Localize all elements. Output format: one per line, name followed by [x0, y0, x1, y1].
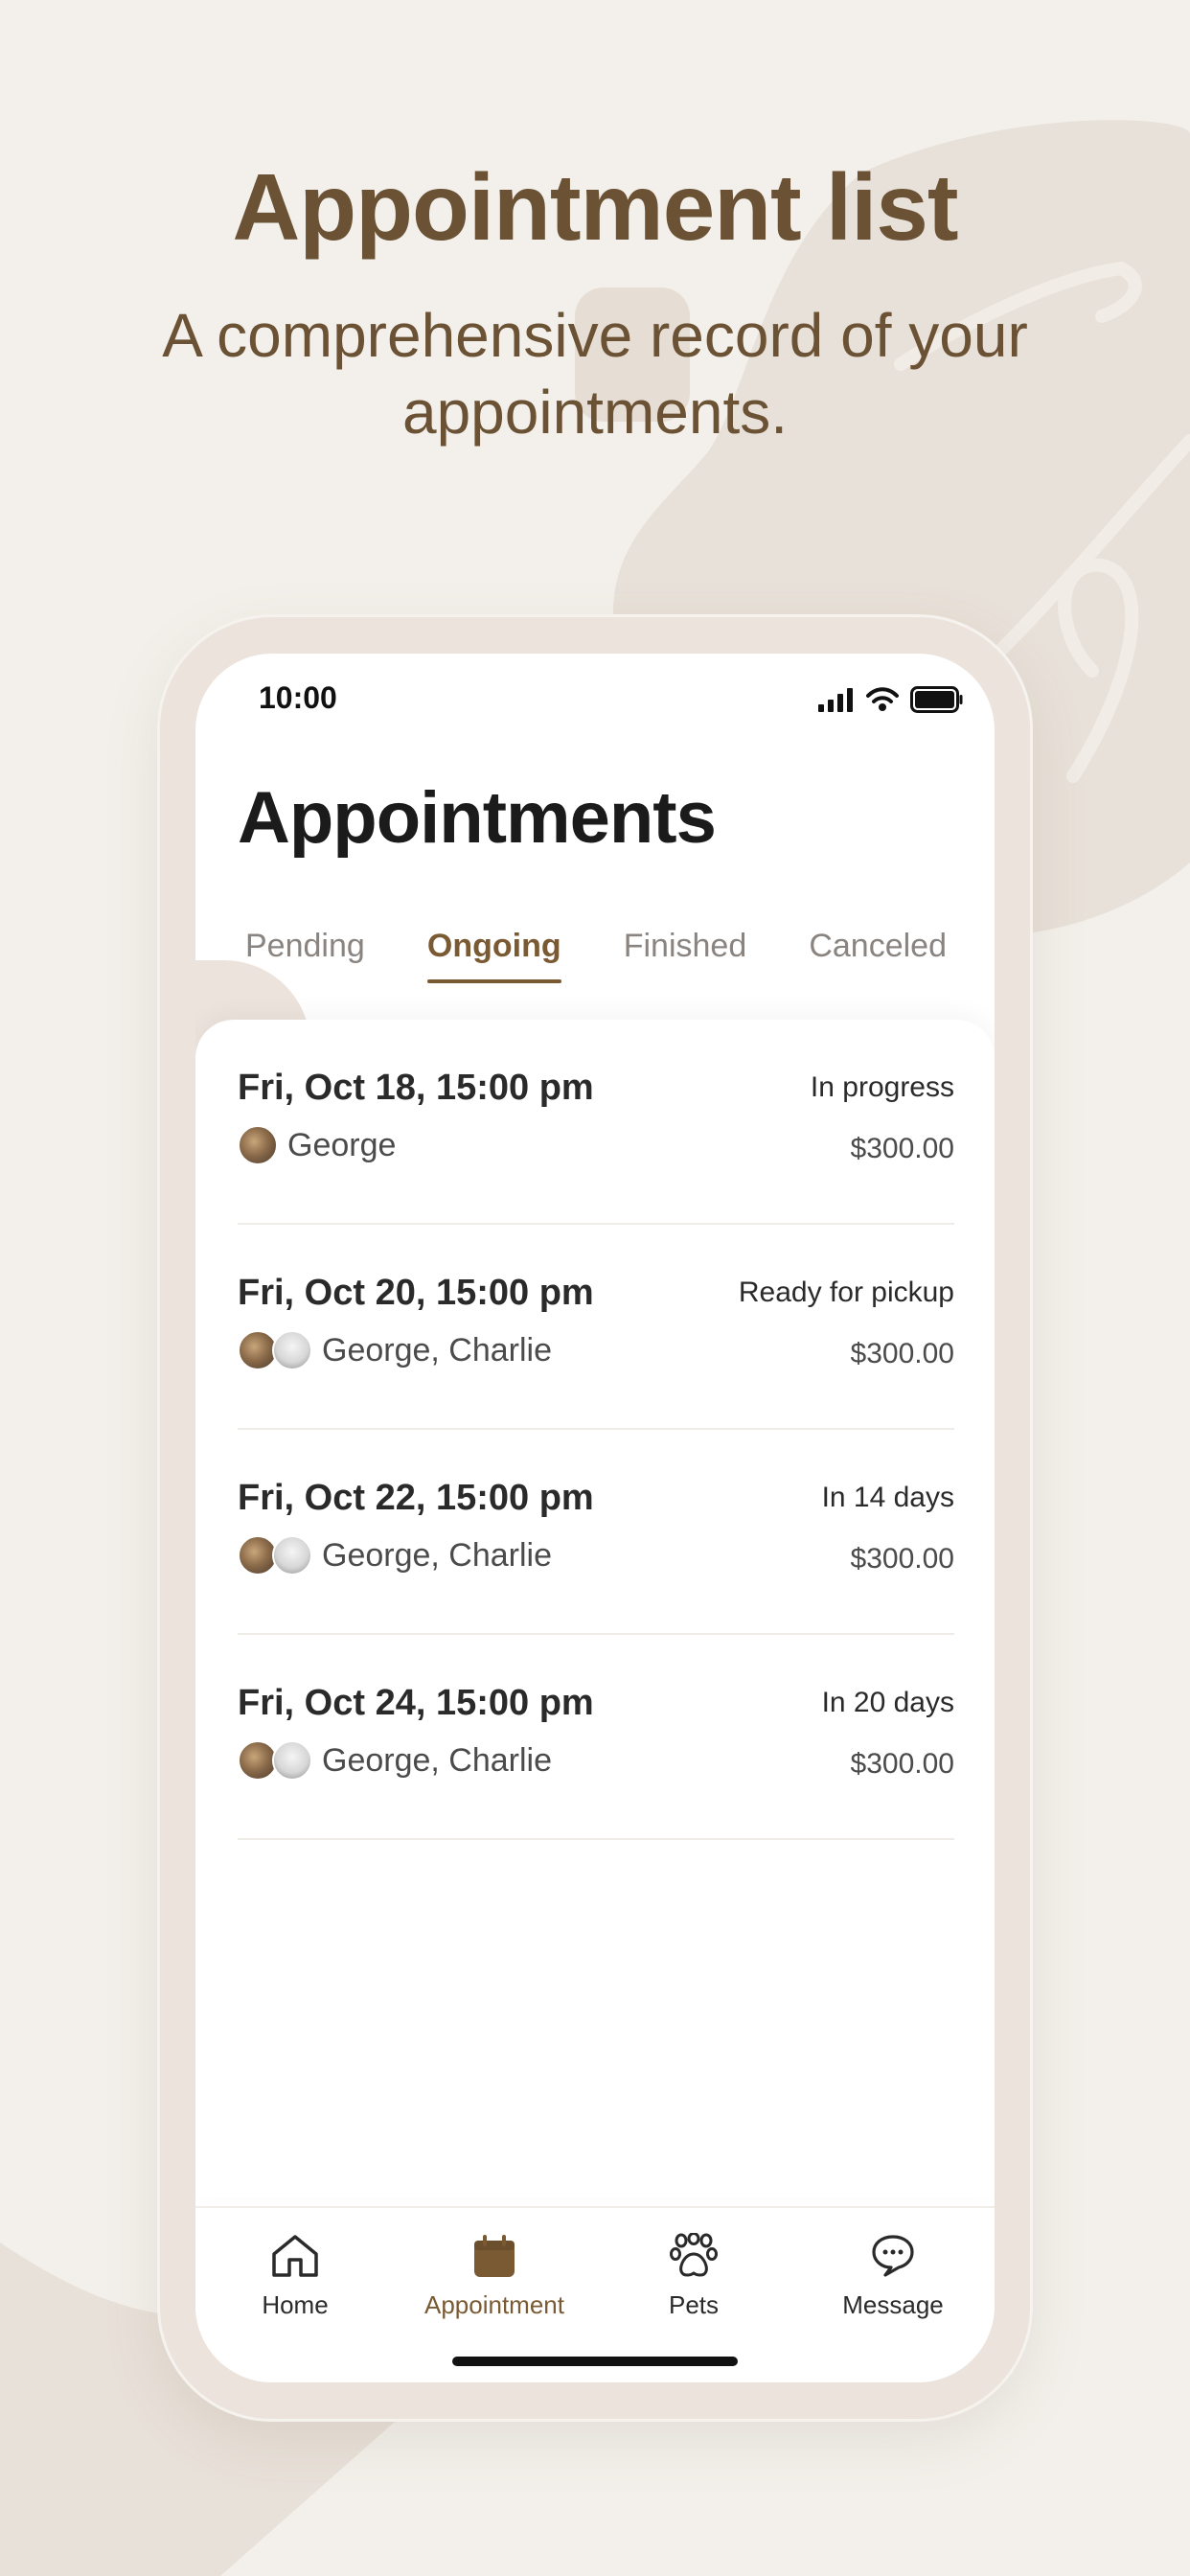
appointment-date: Fri, Oct 22, 15:00 pm	[238, 1478, 594, 1518]
tabbar-pets-label: Pets	[668, 2290, 720, 2319]
hero-title: Appointment list	[232, 154, 958, 260]
appointment-pets: George, Charlie	[238, 1330, 552, 1370]
pet-names: George, Charlie	[322, 1331, 553, 1368]
status-time: 10:00	[259, 680, 337, 715]
segment-tabs: Pending Ongoing Finished Canceled	[238, 922, 954, 983]
pet-names: George, Charlie	[322, 1536, 553, 1574]
appointment-price: $300.00	[850, 1133, 954, 1164]
battery-icon	[910, 686, 963, 713]
appointment-status: In 20 days	[821, 1687, 954, 1718]
tabbar-pets[interactable]: Pets	[594, 2231, 793, 2320]
chat-bubble-icon	[872, 2235, 914, 2277]
home-icon	[272, 2235, 318, 2277]
tab-pending[interactable]: Pending	[238, 922, 373, 983]
wifi-icon	[866, 687, 899, 711]
tabbar-message-label: Message	[842, 2290, 944, 2319]
appointment-date: Fri, Oct 20, 15:00 pm	[238, 1273, 594, 1313]
appointment-row[interactable]: Fri, Oct 18, 15:00 pm In progress George…	[238, 1020, 954, 1225]
calendar-icon	[474, 2235, 515, 2277]
tabbar-appointment[interactable]: Appointment	[395, 2231, 594, 2320]
hero-subtitle: A comprehensive record of your appointme…	[162, 301, 1028, 447]
tab-canceled[interactable]: Canceled	[801, 922, 954, 983]
appointment-pets: George, Charlie	[238, 1535, 552, 1576]
appointment-pets: George, Charlie	[238, 1740, 552, 1781]
tabbar-home-label: Home	[262, 2290, 329, 2319]
status-icons	[818, 686, 964, 713]
appointment-price: $300.00	[850, 1338, 954, 1369]
tabbar-appointment-label: Appointment	[424, 2290, 564, 2319]
appointment-date: Fri, Oct 18, 15:00 pm	[238, 1068, 594, 1108]
pet-avatar-charlie	[272, 1740, 312, 1781]
appointment-row[interactable]: Fri, Oct 20, 15:00 pm Ready for pickup G…	[238, 1225, 954, 1430]
home-indicator	[452, 2357, 738, 2366]
appointment-status: In 14 days	[821, 1482, 954, 1513]
appointment-status: In progress	[810, 1071, 954, 1103]
appointment-price: $300.00	[850, 1543, 954, 1575]
appointment-status: Ready for pickup	[738, 1276, 954, 1308]
phone-screen: 10:00 Appointments Pending Ongoing Finis…	[195, 654, 995, 2382]
tab-ongoing[interactable]: Ongoing	[420, 922, 569, 983]
signal-icon	[818, 688, 853, 712]
page-title: Appointments	[238, 777, 717, 859]
status-bar: 10:00	[195, 654, 995, 749]
appointment-price: $300.00	[850, 1748, 954, 1780]
pet-avatar-george	[238, 1125, 278, 1165]
appointment-list: Fri, Oct 18, 15:00 pm In progress George…	[195, 1020, 995, 2198]
pet-avatar-charlie	[272, 1330, 312, 1370]
paw-icon	[670, 2233, 718, 2277]
pet-avatar-charlie	[272, 1535, 312, 1576]
appointment-pets: George	[238, 1125, 396, 1165]
tabbar-message[interactable]: Message	[793, 2231, 993, 2320]
appointment-date: Fri, Oct 24, 15:00 pm	[238, 1683, 594, 1723]
appointment-row[interactable]: Fri, Oct 22, 15:00 pm In 14 days George,…	[238, 1430, 954, 1635]
pet-names: George, Charlie	[322, 1741, 553, 1779]
tabbar-home[interactable]: Home	[195, 2231, 395, 2320]
appointment-row[interactable]: Fri, Oct 24, 15:00 pm In 20 days George,…	[238, 1635, 954, 1840]
pet-names: George	[287, 1126, 397, 1163]
tab-finished[interactable]: Finished	[616, 922, 755, 983]
